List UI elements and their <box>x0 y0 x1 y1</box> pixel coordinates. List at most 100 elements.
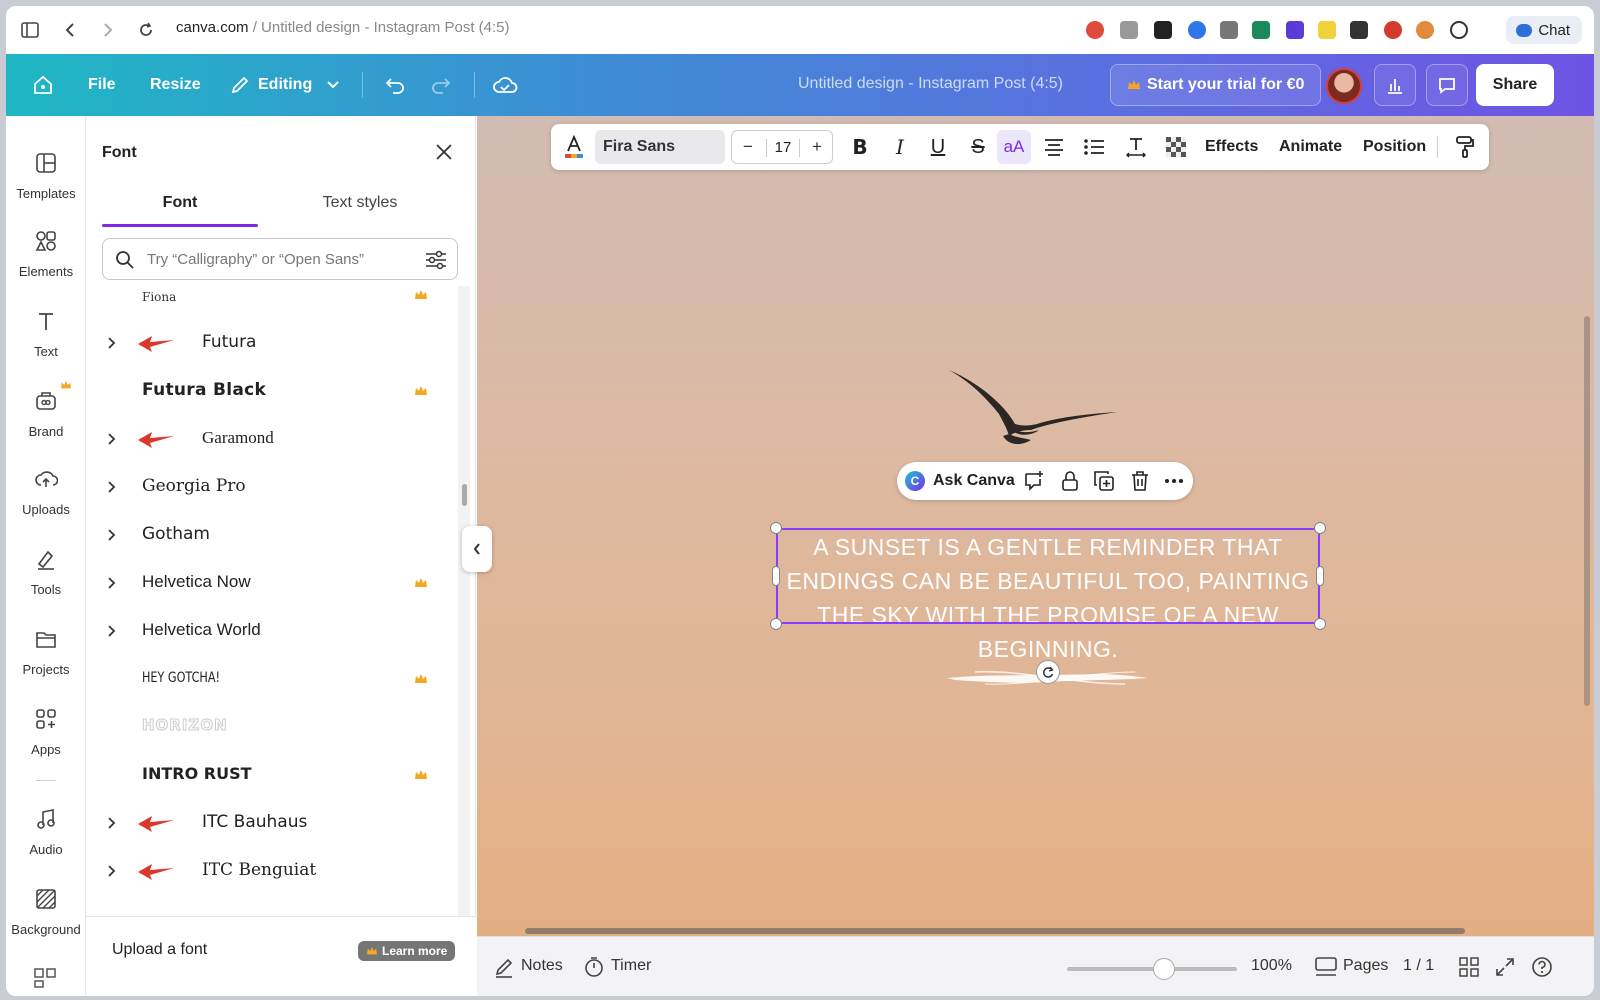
rail-item-audio[interactable]: Audio <box>6 792 86 862</box>
chat-button[interactable]: Chat <box>1506 16 1582 44</box>
align-center-button[interactable] <box>1039 124 1069 170</box>
font-row-helvetica-now[interactable]: Helvetica Now <box>86 560 458 608</box>
copy-style-button[interactable] <box>1451 124 1479 170</box>
list-button[interactable] <box>1079 124 1109 170</box>
font-list-scroll-thumb[interactable] <box>462 484 467 506</box>
extension-icon[interactable] <box>1120 21 1138 39</box>
chevron-right-icon[interactable] <box>104 576 118 590</box>
timer-button[interactable]: Timer <box>611 957 651 975</box>
claude-extension-icon[interactable] <box>1416 21 1434 39</box>
forward-icon[interactable] <box>96 18 120 42</box>
spacing-button[interactable] <box>1121 124 1151 170</box>
bird-graphic[interactable] <box>947 366 1127 456</box>
rail-item-apps[interactable]: Apps <box>6 692 86 762</box>
tab-text-styles[interactable]: Text styles <box>282 194 438 212</box>
collapse-panel-button[interactable] <box>462 526 492 572</box>
extension-icon[interactable] <box>1384 21 1402 39</box>
resize-handle-right[interactable] <box>1316 566 1324 586</box>
rail-item-elements[interactable]: Elements <box>6 214 86 284</box>
resize-handle-top-right[interactable] <box>1314 522 1326 534</box>
back-icon[interactable] <box>58 18 82 42</box>
font-row-georgia-pro[interactable]: Georgia Pro <box>86 464 458 512</box>
zoom-slider-thumb[interactable] <box>1153 958 1175 980</box>
tab-font[interactable]: Font <box>102 194 258 212</box>
rail-item-uploads[interactable]: Uploads <box>6 452 86 522</box>
upload-font-button[interactable]: Upload a font <box>112 941 207 959</box>
rail-item-brand[interactable]: Brand <box>6 374 86 444</box>
font-row-helvetica-world[interactable]: Helvetica World <box>86 608 458 656</box>
extension-icon[interactable] <box>1086 21 1104 39</box>
font-row-itc-bauhaus[interactable]: ITC Bauhaus <box>86 800 458 848</box>
pages-button[interactable]: Pages <box>1343 957 1388 975</box>
position-button[interactable]: Position <box>1363 138 1426 156</box>
duplicate-icon[interactable] <box>1093 470 1115 492</box>
lock-icon[interactable] <box>1059 470 1081 492</box>
help-icon[interactable] <box>1531 956 1553 978</box>
extension-icon[interactable] <box>1252 21 1270 39</box>
canvas-horizontal-scrollbar[interactable] <box>525 928 1465 934</box>
effects-button[interactable]: Effects <box>1205 138 1258 156</box>
design-canvas[interactable]: Fira Sans − 17 + B I U S aA Effects Anim… <box>477 116 1594 996</box>
bold-button[interactable]: B <box>845 124 875 170</box>
animate-button[interactable]: Animate <box>1279 138 1342 156</box>
chevron-right-icon[interactable] <box>104 864 118 878</box>
chevron-right-icon[interactable] <box>104 528 118 542</box>
font-size-input[interactable]: 17 <box>766 139 800 157</box>
figma-extension-icon[interactable] <box>1154 21 1172 39</box>
close-panel-button[interactable] <box>434 142 458 166</box>
chatgpt-extension-icon[interactable] <box>1450 21 1468 39</box>
qr-code-icon[interactable] <box>34 968 58 988</box>
ask-canva-button[interactable]: Ask Canva <box>933 472 1015 490</box>
decrease-size-button[interactable]: − <box>743 137 753 157</box>
font-row-garamond[interactable]: Garamond <box>86 416 458 464</box>
chevron-right-icon[interactable] <box>104 624 118 638</box>
start-trial-button[interactable]: Start your trial for €0 <box>1110 64 1322 106</box>
address-bar[interactable]: canva.com / Untitled design - Instagram … <box>176 19 510 36</box>
notes-button[interactable]: Notes <box>521 957 563 975</box>
resize-button[interactable]: Resize <box>150 54 201 116</box>
text-selection-box[interactable] <box>776 528 1320 624</box>
dictionary-extension-icon[interactable] <box>1318 21 1336 39</box>
home-button[interactable] <box>32 54 54 116</box>
fullscreen-icon[interactable] <box>1495 957 1515 977</box>
font-search-input[interactable]: Try “Calligraphy” or “Open Sans” <box>102 238 458 280</box>
chevron-right-icon[interactable] <box>104 816 118 830</box>
grid-view-icon[interactable] <box>1459 957 1479 977</box>
sidebar-toggle-icon[interactable] <box>18 18 42 42</box>
chevron-right-icon[interactable] <box>104 432 118 446</box>
zoom-level[interactable]: 100% <box>1251 957 1292 975</box>
font-row-horizon[interactable]: HORIZON <box>86 704 458 752</box>
add-comment-icon[interactable] <box>1023 470 1045 492</box>
font-list-scrollbar[interactable] <box>458 286 470 916</box>
rail-item-tools[interactable]: Tools <box>6 532 86 602</box>
share-button[interactable]: Share <box>1476 64 1554 106</box>
document-title[interactable]: Untitled design - Instagram Post (4:5) <box>798 75 1063 93</box>
filter-icon[interactable] <box>425 250 447 270</box>
transparency-button[interactable] <box>1161 124 1191 170</box>
redo-button[interactable] <box>430 54 452 116</box>
font-family-dropdown[interactable]: Fira Sans <box>595 130 725 164</box>
font-row-gotham[interactable]: Gotham <box>86 512 458 560</box>
extension-icon[interactable] <box>1188 21 1206 39</box>
canvas-vertical-scrollbar[interactable] <box>1584 316 1590 706</box>
learn-more-badge[interactable]: Learn more <box>358 941 456 961</box>
rail-item-projects[interactable]: Projects <box>6 612 86 682</box>
resize-handle-left[interactable] <box>772 566 780 586</box>
extension-icon[interactable] <box>1286 21 1304 39</box>
file-menu[interactable]: File <box>88 54 116 116</box>
resize-handle-top-left[interactable] <box>770 522 782 534</box>
font-row-intro-rust[interactable]: INTRO RUST <box>86 752 458 800</box>
resize-handle-bottom-right[interactable] <box>1314 618 1326 630</box>
trash-icon[interactable] <box>1129 470 1151 492</box>
text-color-button[interactable] <box>559 124 589 170</box>
chevron-right-icon[interactable] <box>104 336 118 350</box>
rail-item-text[interactable]: Text <box>6 294 86 364</box>
insights-button[interactable] <box>1374 64 1416 106</box>
rail-item-background[interactable]: Background <box>6 872 86 942</box>
extension-icon[interactable] <box>1220 21 1238 39</box>
italic-button[interactable]: I <box>885 124 915 170</box>
underline-button[interactable]: U <box>923 124 953 170</box>
letter-case-button[interactable]: aA <box>997 124 1031 170</box>
increase-size-button[interactable]: + <box>812 137 822 157</box>
font-row-futura[interactable]: Futura <box>86 320 458 368</box>
